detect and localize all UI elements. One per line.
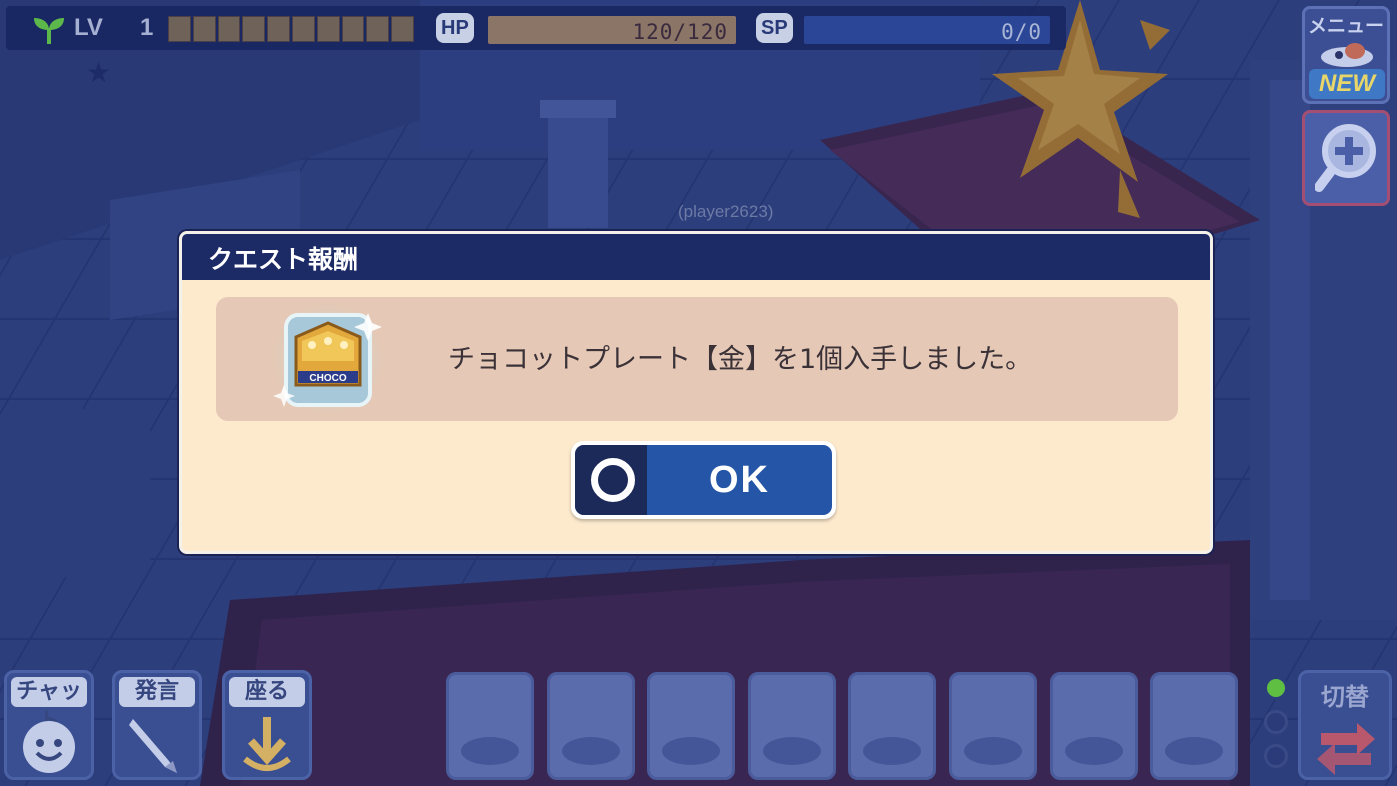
- exp-segment: [341, 16, 365, 42]
- smiley-face-icon: [23, 721, 75, 773]
- exp-segment: [192, 16, 216, 42]
- shortcut-slot[interactable]: [1049, 672, 1138, 780]
- quest-reward-dialog: クエスト報酬 CHOCO チョコットプレート【金】を1個入手しました。 OK: [179, 231, 1213, 554]
- hp-label: HP: [436, 13, 474, 43]
- level-label: LV: [74, 14, 103, 41]
- say-button[interactable]: 発言: [112, 670, 202, 780]
- ok-button-face: OK: [575, 445, 832, 515]
- ok-label: OK: [709, 459, 770, 501]
- player-name-label: (player2623): [678, 202, 774, 221]
- status-hud: LV 1 HP 120/120 SP 0/0: [6, 6, 1066, 50]
- pencil-icon: [129, 719, 177, 773]
- exp-segment: [242, 16, 266, 42]
- page-indicator-dot: [1264, 676, 1288, 700]
- shortcut-slot[interactable]: [546, 672, 635, 780]
- sit-button[interactable]: 座る: [222, 670, 312, 780]
- zoom-in-icon: [1315, 124, 1376, 192]
- say-label: 発言: [119, 677, 195, 707]
- zoom-button[interactable]: [1302, 110, 1390, 206]
- hp-gauge: 120/120: [488, 16, 736, 44]
- level-value: 1: [140, 14, 154, 41]
- switch-arrows-icon: [1317, 723, 1375, 775]
- new-badge: NEW: [1309, 69, 1385, 99]
- exp-segment: [217, 16, 241, 42]
- exp-segment: [168, 16, 191, 42]
- arrow-down-icon: [243, 717, 291, 771]
- reward-panel: CHOCO チョコットプレート【金】を1個入手しました。: [216, 297, 1178, 421]
- page-indicator-dot: [1264, 710, 1288, 734]
- ok-button[interactable]: OK: [571, 441, 836, 519]
- dialog-title: クエスト報酬: [208, 245, 359, 274]
- item-icon-text: CHOCO: [309, 373, 346, 384]
- sit-label: 座る: [229, 677, 305, 707]
- favorite-star-icon[interactable]: ★: [86, 56, 111, 89]
- ok-key-area: [575, 445, 647, 515]
- menu-label: メニュー: [1307, 15, 1384, 37]
- exp-segment: [291, 16, 315, 42]
- sprout-icon: [34, 18, 64, 44]
- chat-label: チャット: [11, 677, 87, 734]
- exp-segment: [366, 16, 390, 42]
- hp-value: 120/120: [632, 20, 728, 44]
- reward-message: チョコットプレート【金】を1個入手しました。: [448, 344, 1033, 375]
- shortcut-slot[interactable]: [848, 672, 937, 780]
- sp-value: 0/0: [1001, 20, 1042, 44]
- exp-segment: [267, 16, 290, 42]
- exp-segment: [316, 16, 340, 42]
- switch-label: 切替: [1321, 683, 1369, 711]
- switch-button[interactable]: 切替: [1298, 670, 1392, 780]
- choco-plate-gold-icon: CHOCO: [272, 303, 384, 415]
- menu-character-icon: [1321, 43, 1373, 67]
- shortcut-slot[interactable]: [446, 672, 534, 780]
- sp-label: SP: [756, 13, 793, 43]
- menu-button[interactable]: メニュー NEW: [1302, 6, 1390, 104]
- shortcut-slot[interactable]: [647, 672, 736, 780]
- exp-bar: [168, 16, 414, 42]
- dialog-titlebar: クエスト報酬: [182, 234, 1210, 280]
- shortcut-slot[interactable]: [949, 672, 1037, 780]
- sp-gauge: 0/0: [804, 16, 1050, 44]
- shortcut-slot[interactable]: [1150, 672, 1239, 780]
- shortcut-slot[interactable]: [747, 672, 836, 780]
- page-indicators: [1262, 676, 1290, 780]
- shortcut-slots: [446, 672, 1242, 780]
- chat-button[interactable]: チャット: [4, 670, 94, 780]
- circle-key-icon: [591, 458, 635, 502]
- page-indicator-dot: [1264, 744, 1288, 768]
- exp-segment: [391, 16, 414, 42]
